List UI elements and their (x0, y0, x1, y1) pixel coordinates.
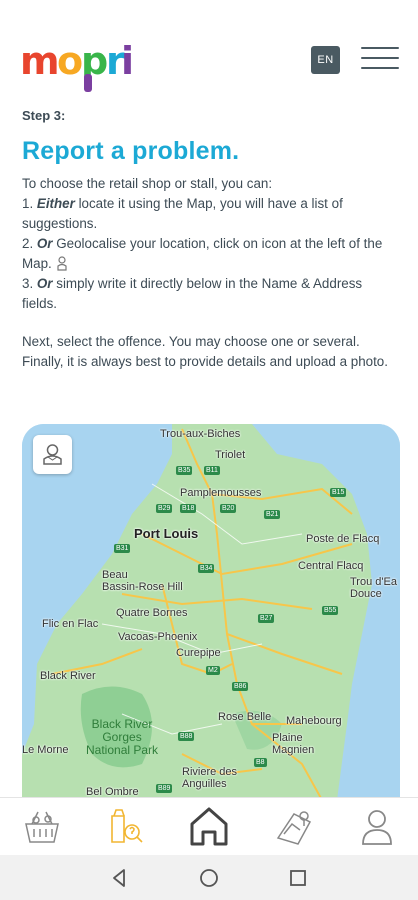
app-header: m o p r i EN (0, 0, 418, 100)
svg-text:o: o (57, 39, 83, 83)
geolocate-inline-icon (56, 256, 67, 271)
place-rose-belle: Rose Belle (218, 711, 272, 723)
svg-text:i: i (121, 39, 134, 83)
road-label: B89 (156, 784, 173, 793)
geolocate-icon (43, 444, 62, 465)
road-label: M2 (206, 666, 220, 675)
road-label: B11 (204, 466, 220, 475)
road-label: B18 (180, 504, 197, 513)
road-label: B86 (232, 682, 249, 691)
road-label: B21 (264, 510, 281, 519)
place-trou-deau-douce: Trou d'Ea Douce (350, 576, 397, 600)
home-circle-icon[interactable] (198, 867, 220, 889)
place-pamplemousses: Pamplemousses (180, 487, 262, 499)
road-label: B31 (114, 544, 131, 553)
recents-icon[interactable] (287, 867, 309, 889)
road-label: B55 (322, 606, 339, 615)
road-label: B20 (220, 504, 237, 513)
road-label: B88 (178, 732, 195, 741)
place-beau-bassin: Beau Bassin-Rose Hill (102, 569, 183, 593)
option-1: 1. Either locate it using the Map, you w… (22, 196, 343, 231)
place-plaine-magnien: Plaine Magnien (272, 732, 315, 756)
back-icon[interactable] (109, 867, 131, 889)
place-black-river: Black River (40, 670, 96, 682)
step-label: Step 3: (22, 108, 66, 123)
place-vacoas-phoenix: Vacoas-Phoenix (118, 631, 198, 643)
tab-home[interactable] (187, 804, 231, 848)
home-icon (190, 807, 228, 846)
place-curepipe: Curepipe (176, 647, 221, 659)
language-button[interactable]: EN (311, 46, 340, 74)
tab-profile[interactable] (355, 804, 399, 848)
user-icon (362, 810, 392, 845)
place-flic-en-flac: Flic en Flac (42, 618, 99, 630)
map-view[interactable]: Trou-aux-Biches Triolet Pamplemousses Po… (22, 424, 400, 800)
svg-text:m: m (20, 39, 60, 83)
map-canvas[interactable] (22, 424, 400, 800)
place-central-flacq: Central Flacq (298, 560, 364, 572)
road-label: B35 (176, 466, 193, 475)
tab-report[interactable] (104, 804, 148, 848)
geolocate-button[interactable] (33, 435, 72, 474)
next-steps-text: Next, select the offence. You may choose… (22, 334, 388, 369)
place-le-morne: Le Morne (22, 744, 69, 756)
bottom-tab-bar (0, 797, 418, 855)
road-label: B27 (258, 614, 275, 623)
tab-shops[interactable] (20, 804, 64, 848)
place-quatre-bornes: Quatre Bornes (116, 607, 188, 619)
place-port-louis: Port Louis (134, 526, 199, 541)
page-title: Report a problem. (22, 137, 240, 165)
road-label: B29 (156, 504, 173, 513)
road-label: B34 (198, 564, 215, 573)
tab-map[interactable] (272, 804, 316, 848)
intro-text: To choose the retail shop or stall, you … (22, 176, 273, 191)
place-triolet: Triolet (215, 449, 246, 461)
road-label: B8 (254, 758, 267, 767)
place-poste-de-flacq: Poste de Flacq (306, 533, 380, 545)
mopri-logo[interactable]: m o p r i (20, 36, 140, 96)
option-2: 2. Or Geolocalise your location, click o… (22, 236, 383, 271)
report-search-icon (111, 809, 143, 843)
hamburger-menu-icon[interactable] (361, 45, 401, 73)
map-pin-icon (276, 811, 312, 845)
place-riviere-des-anguilles: Riviere des Anguilles (182, 766, 238, 790)
road-label: B15 (330, 488, 347, 497)
instructions: Step 3: Report a problem. To choose the … (22, 108, 398, 372)
system-nav-bar (0, 855, 418, 900)
place-trou-aux-biches: Trou-aux-Biches (160, 428, 241, 440)
option-3: 3. Or simply write it directly below in … (22, 276, 363, 311)
basket-icon (25, 811, 59, 843)
place-mahebourg: Mahebourg (286, 715, 342, 727)
place-national-park: Black River Gorges National Park (86, 717, 159, 757)
